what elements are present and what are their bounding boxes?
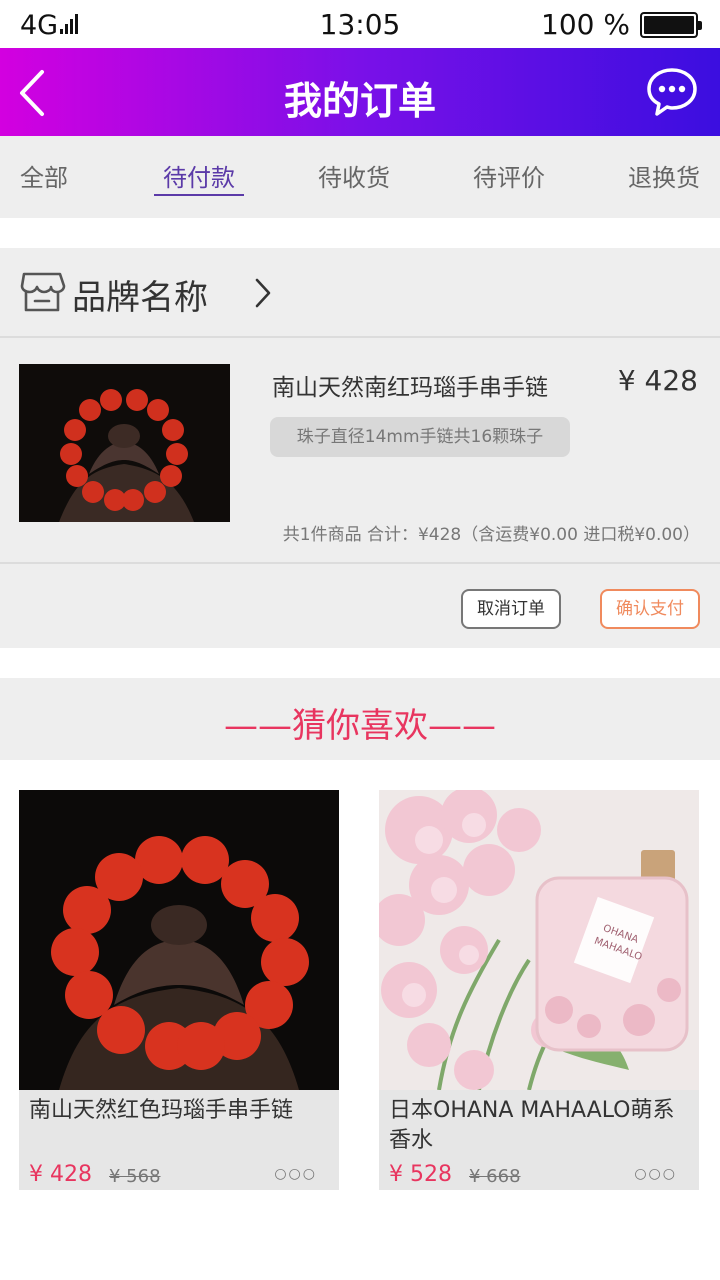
header-bar: 我的订单 (0, 48, 720, 136)
recommend-item-image[interactable]: OHANA MAHAALO (379, 790, 699, 1090)
recommend-item-title: 日本OHANA MAHAALO萌系香水 (389, 1098, 675, 1153)
confirm-payment-button[interactable]: 确认支付 (600, 589, 700, 629)
chat-bubble-icon (647, 68, 697, 116)
tab-all[interactable]: 全部 (20, 158, 68, 193)
product-price: ¥ 428 (617, 364, 698, 397)
battery-icon (640, 11, 702, 38)
battery-label: 100 % (541, 8, 630, 41)
order-tabs: 全部 待付款 待收货 待评价 退换货 (0, 136, 720, 218)
product-image[interactable] (19, 364, 230, 522)
tab-returns[interactable]: 退换货 (628, 158, 700, 193)
more-options-icon[interactable]: ○○○ (634, 1166, 677, 1182)
recommend-item-title: 南山天然红色玛瑙手串手链 (29, 1098, 294, 1123)
recommend-item-original-price: ¥ 668 (469, 1166, 521, 1187)
page-title: 我的订单 (283, 79, 436, 123)
recommend-header: ——猜你喜欢—— (0, 678, 720, 760)
product-title[interactable]: 南山天然南红玛瑙手串手链 (272, 368, 548, 402)
cancel-order-button[interactable]: 取消订单 (461, 589, 561, 629)
store-name: 品牌名称 (72, 278, 208, 318)
recommend-item[interactable]: OHANA MAHAALO 日本OHANA MAHAALO萌系香水 ¥ 528 … (379, 790, 699, 1190)
recommend-item[interactable]: 南山天然红色玛瑙手串手链 ¥ 428 ¥ 568 ○○○ (19, 790, 339, 1190)
order-card: 品牌名称 南山天然南红玛瑙手串手链 ¥ 428 珠子直径14mm手链共16颗珠子… (0, 248, 720, 648)
store-row[interactable]: 品牌名称 (0, 248, 720, 338)
battery-indicator: 100 % (541, 8, 702, 41)
recommend-title: ——猜你喜欢—— (224, 706, 496, 746)
product-spec: 珠子直径14mm手链共16颗珠子 (270, 417, 570, 457)
tab-pending-payment[interactable]: 待付款 (163, 158, 235, 193)
divider (0, 562, 720, 564)
recommend-item-image[interactable] (19, 790, 339, 1090)
recommend-item-original-price: ¥ 568 (109, 1166, 161, 1187)
chevron-right-icon (255, 278, 271, 308)
tab-pending-receipt[interactable]: 待收货 (318, 158, 390, 193)
chat-button[interactable] (646, 66, 698, 118)
recommend-item-price: ¥ 428 (29, 1162, 92, 1187)
more-options-icon[interactable]: ○○○ (274, 1166, 317, 1182)
active-tab-indicator (154, 194, 244, 196)
status-bar: 4G 13:05 100 % (0, 0, 720, 48)
tab-pending-review[interactable]: 待评价 (473, 158, 545, 193)
recommend-item-price: ¥ 528 (389, 1162, 452, 1187)
store-icon (20, 272, 66, 312)
order-summary: 共1件商品 合计：¥428（含运费¥0.00 进口税¥0.00） (282, 525, 700, 545)
